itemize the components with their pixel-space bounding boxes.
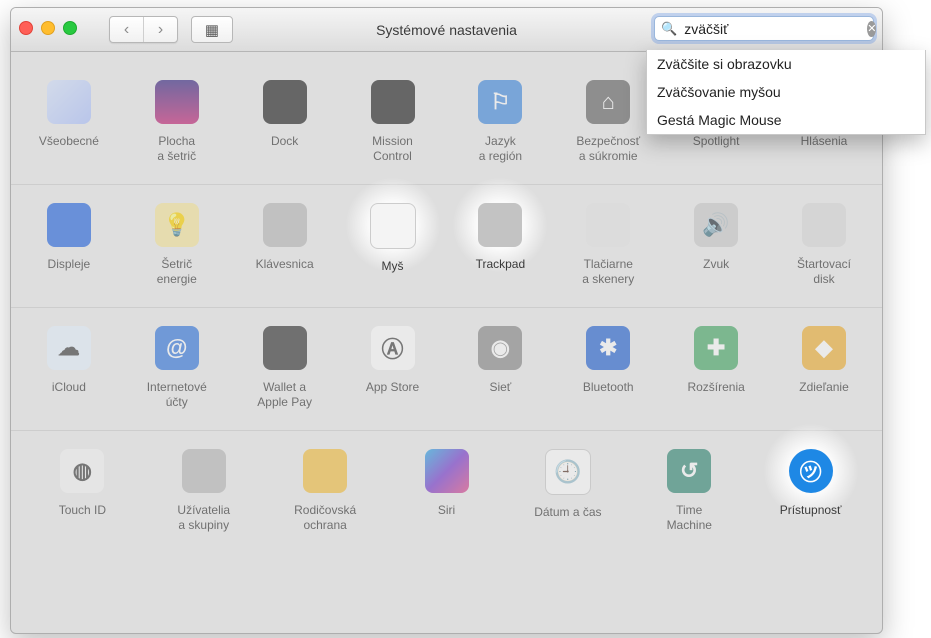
desktop-icon	[155, 80, 199, 124]
bluetooth-icon: ✱	[586, 326, 630, 370]
energy-icon: 💡	[155, 203, 199, 247]
pref-label: Štartovacídisk	[774, 257, 874, 287]
pref-security[interactable]: ⌂ Bezpečnosťa súkromie	[558, 80, 658, 164]
pref-label: Šetričenergie	[127, 257, 227, 287]
pref-accessibility[interactable]: ㋡ Prístupnosť	[761, 449, 861, 518]
search-suggestion[interactable]: Gestá Magic Mouse	[647, 106, 925, 134]
pref-bluetooth[interactable]: ✱ Bluetooth	[558, 326, 658, 395]
pref-label: Prístupnosť	[761, 503, 861, 518]
pref-energy[interactable]: 💡 Šetričenergie	[127, 203, 227, 287]
pref-label: Displeje	[19, 257, 119, 272]
pref-label: Dock	[235, 134, 335, 149]
pref-label: Trackpad	[450, 257, 550, 272]
pref-label: App Store	[343, 380, 443, 395]
siri-icon	[425, 449, 469, 493]
mission-icon	[371, 80, 415, 124]
pref-label: Wallet aApple Pay	[235, 380, 335, 410]
pref-label: Tlačiarnea skenery	[558, 257, 658, 287]
users-icon	[182, 449, 226, 493]
pref-label: MissionControl	[343, 134, 443, 164]
search-input[interactable]	[682, 20, 867, 38]
icloud-icon: ☁	[47, 326, 91, 370]
pref-label: TimeMachine	[639, 503, 739, 533]
pref-siri[interactable]: Siri	[397, 449, 497, 518]
pref-label: Touch ID	[32, 503, 132, 518]
clear-search-button[interactable]: ✕	[867, 21, 876, 37]
date-icon: 🕘	[545, 449, 591, 495]
pref-label: Dátum a čas	[518, 505, 618, 520]
extensions-icon: ✚	[694, 326, 738, 370]
network-icon: ◉	[478, 326, 522, 370]
pref-label: Myš	[343, 259, 443, 274]
pref-label: iCloud	[19, 380, 119, 395]
pref-label: Bluetooth	[558, 380, 658, 395]
sound-icon: 🔊	[694, 203, 738, 247]
touchid-icon: ◍	[60, 449, 104, 493]
wallet-icon	[263, 326, 307, 370]
keyboard-icon	[263, 203, 307, 247]
pref-displays[interactable]: Displeje	[19, 203, 119, 272]
pref-label: Siri	[397, 503, 497, 518]
trackpad-icon	[478, 203, 522, 247]
search-suggestion[interactable]: Zväčšovanie myšou	[647, 78, 925, 106]
mouse-icon	[370, 203, 416, 249]
pref-date[interactable]: 🕘 Dátum a čas	[518, 449, 618, 520]
pref-wallet[interactable]: Wallet aApple Pay	[235, 326, 335, 410]
pref-parental[interactable]: Rodičovskáochrana	[275, 449, 375, 533]
pref-label: Sieť	[450, 380, 550, 395]
pref-users[interactable]: Užívateliaa skupiny	[154, 449, 254, 533]
pref-extensions[interactable]: ✚ Rozšírenia	[666, 326, 766, 395]
pref-appstore[interactable]: Ⓐ App Store	[343, 326, 443, 395]
startup-icon	[802, 203, 846, 247]
appstore-icon: Ⓐ	[371, 326, 415, 370]
pref-label: Bezpečnosťa súkromie	[558, 134, 658, 164]
timemachine-icon: ↺	[667, 449, 711, 493]
pref-label: Hlásenia	[774, 134, 874, 149]
pref-label: Zdieľanie	[774, 380, 874, 395]
pref-mission[interactable]: MissionControl	[343, 80, 443, 164]
pref-general[interactable]: Všeobecné	[19, 80, 119, 149]
pref-label: Všeobecné	[19, 134, 119, 149]
pref-mouse[interactable]: Myš	[343, 203, 443, 274]
accessibility-icon: ㋡	[789, 449, 833, 493]
sharing-icon: ◆	[802, 326, 846, 370]
pref-label: Klávesnica	[235, 257, 335, 272]
pref-label: Rodičovskáochrana	[275, 503, 375, 533]
pref-label: Jazyka región	[450, 134, 550, 164]
pref-label: Rozšírenia	[666, 380, 766, 395]
pref-label: Zvuk	[666, 257, 766, 272]
pref-network[interactable]: ◉ Sieť	[450, 326, 550, 395]
pref-trackpad[interactable]: Trackpad	[450, 203, 550, 272]
pref-timemachine[interactable]: ↺ TimeMachine	[639, 449, 739, 533]
pref-desktop[interactable]: Plochaa šetrič	[127, 80, 227, 164]
pref-touchid[interactable]: ◍ Touch ID	[32, 449, 132, 518]
language-icon: ⚐	[478, 80, 522, 124]
general-icon	[47, 80, 91, 124]
pref-startup[interactable]: Štartovacídisk	[774, 203, 874, 287]
pref-keyboard[interactable]: Klávesnica	[235, 203, 335, 272]
search-field[interactable]: 🔍 ✕	[654, 16, 874, 41]
pref-printers[interactable]: Tlačiarnea skenery	[558, 203, 658, 287]
pref-sound[interactable]: 🔊 Zvuk	[666, 203, 766, 272]
titlebar: ‹ › ▦ Systémové nastavenia 🔍 ✕	[11, 8, 882, 52]
pref-icloud[interactable]: ☁ iCloud	[19, 326, 119, 395]
pref-language[interactable]: ⚐ Jazyka región	[450, 80, 550, 164]
pref-label: Užívateliaa skupiny	[154, 503, 254, 533]
pref-sharing[interactable]: ◆ Zdieľanie	[774, 326, 874, 395]
parental-icon	[303, 449, 347, 493]
pref-dock[interactable]: Dock	[235, 80, 335, 149]
search-suggestions-popover: Zväčšite si obrazovkuZväčšovanie myšouGe…	[646, 50, 926, 135]
accounts-icon: @	[155, 326, 199, 370]
printers-icon	[586, 203, 630, 247]
pref-label: Internetovéúčty	[127, 380, 227, 410]
preferences-body: Všeobecné Plochaa šetrič Dock MissionContro…	[11, 52, 882, 634]
dock-icon	[263, 80, 307, 124]
pref-accounts[interactable]: @ Internetovéúčty	[127, 326, 227, 410]
pref-label: Plochaa šetrič	[127, 134, 227, 164]
search-icon: 🔍	[661, 21, 677, 37]
security-icon: ⌂	[586, 80, 630, 124]
displays-icon	[47, 203, 91, 247]
pref-label: Spotlight	[666, 134, 766, 149]
search-suggestion[interactable]: Zväčšite si obrazovku	[647, 50, 925, 78]
